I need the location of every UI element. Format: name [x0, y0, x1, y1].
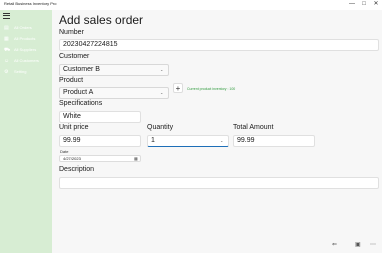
- products-icon: ▦: [4, 36, 9, 42]
- customers-icon: ☺: [4, 58, 10, 64]
- quantity-value: 1: [151, 137, 155, 144]
- unit-price-field[interactable]: 99.99: [59, 135, 141, 147]
- sidebar-item-all-customers[interactable]: ☺ All Customers: [0, 56, 52, 66]
- sidebar-item-all-products[interactable]: ▦ All Products: [0, 34, 52, 44]
- minimize-button[interactable]: —: [346, 0, 358, 9]
- unit-price-label: Unit price: [59, 124, 89, 131]
- product-label: Product: [59, 77, 84, 84]
- back-arrow-icon[interactable]: ⇐: [332, 241, 337, 248]
- sidebar-item-label: Setting: [14, 69, 27, 74]
- sidebar-item-all-suppliers[interactable]: ⛟ All Suppliers: [0, 45, 52, 55]
- sidebar-item-all-orders[interactable]: ▤ All Orders: [0, 23, 52, 33]
- hamburger-menu-icon[interactable]: [3, 13, 10, 19]
- specifications-label: Specifications: [59, 100, 103, 107]
- sidebar-item-label: All Customers: [14, 58, 39, 63]
- sidebar: ▤ All Orders ▦ All Products ⛟ All Suppli…: [0, 10, 52, 253]
- date-picker[interactable]: 4/27/2023 ▦: [59, 155, 141, 162]
- orders-icon: ▤: [4, 25, 9, 31]
- sidebar-item-label: All Products: [14, 36, 36, 41]
- description-field[interactable]: [59, 177, 379, 189]
- sidebar-item-label: All Orders: [14, 25, 32, 30]
- customer-label: Customer: [59, 53, 90, 60]
- customer-dropdown[interactable]: Customer B ⌄: [59, 64, 169, 76]
- number-label: Number: [59, 29, 84, 36]
- maximize-button[interactable]: □: [358, 0, 370, 9]
- close-button[interactable]: ✕: [370, 0, 382, 9]
- add-product-button[interactable]: +: [173, 83, 183, 93]
- inventory-status: Current product inventory : 100: [187, 87, 236, 91]
- more-icon[interactable]: ⋯: [370, 241, 376, 248]
- chevron-down-icon: ⌄: [220, 138, 224, 143]
- save-icon[interactable]: ▣: [355, 241, 361, 248]
- total-amount-label: Total Amount: [233, 124, 274, 131]
- title-bar: Retail Business Inventory Pro — □ ✕: [0, 0, 382, 10]
- specifications-field[interactable]: White: [59, 111, 141, 123]
- quantity-label: Quantity: [147, 124, 174, 131]
- chevron-down-icon: ⌄: [160, 67, 164, 72]
- gear-icon: ⚙: [4, 69, 9, 75]
- number-field[interactable]: 20230427224815: [59, 39, 379, 51]
- page-title: Add sales order: [59, 13, 144, 27]
- quantity-field[interactable]: 1 ⌄: [147, 135, 229, 147]
- app-title: Retail Business Inventory Pro: [4, 1, 57, 6]
- sidebar-item-setting[interactable]: ⚙ Setting: [0, 67, 52, 77]
- chevron-down-icon: ⌄: [160, 90, 164, 95]
- suppliers-icon: ⛟: [4, 47, 11, 53]
- date-value: 4/27/2023: [63, 156, 81, 161]
- main-content: Add sales order Number 20230427224815 Cu…: [52, 10, 382, 253]
- product-dropdown[interactable]: Product A ⌄: [59, 87, 169, 99]
- customer-selected-value: Customer B: [63, 66, 100, 73]
- calendar-icon: ▦: [134, 156, 138, 161]
- product-selected-value: Product A: [63, 89, 94, 96]
- sidebar-item-label: All Suppliers: [14, 47, 37, 52]
- total-amount-field[interactable]: 99.99: [233, 135, 315, 147]
- date-label: Date: [60, 149, 69, 154]
- description-label: Description: [59, 166, 95, 173]
